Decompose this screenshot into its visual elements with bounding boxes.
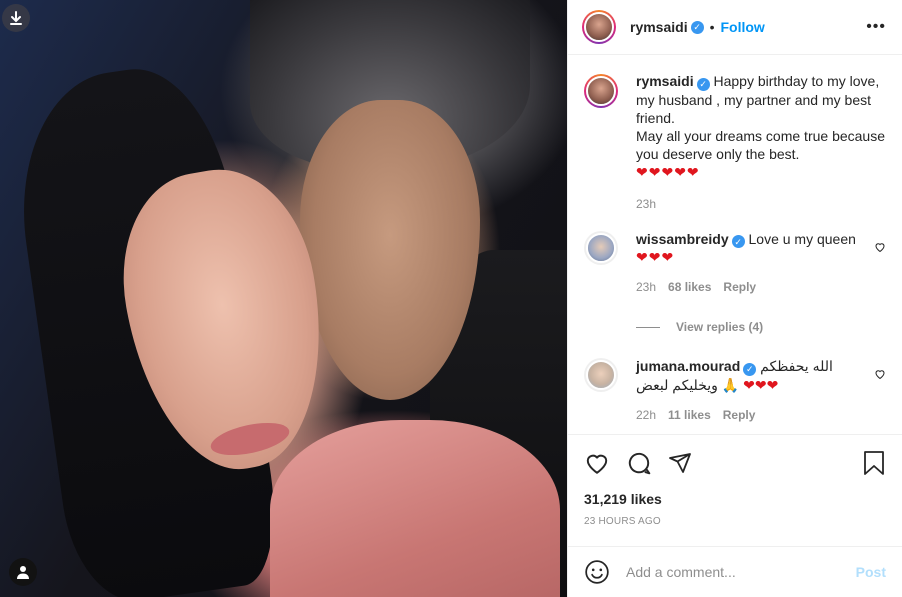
user-icon[interactable] [9, 558, 37, 586]
comment-text: الله يحفظكم [760, 358, 833, 374]
reply-button[interactable]: Reply [723, 406, 756, 424]
comment-username[interactable]: jumana.mourad [636, 358, 740, 374]
comment-like-heart-icon[interactable] [874, 241, 886, 256]
post-header: rymsaidi ✓ • Follow ••• [568, 0, 902, 55]
post-side-panel: rymsaidi ✓ • Follow ••• rymsaidi ✓ Happy … [567, 0, 902, 597]
comment-hearts: ❤❤❤ [743, 376, 779, 393]
likes-count[interactable]: 31,219 likes [584, 491, 886, 507]
view-replies-label: View replies (4) [676, 320, 764, 334]
separator-dot: • [709, 19, 715, 35]
verified-badge-icon: ✓ [690, 20, 704, 34]
verified-badge-icon: ✓ [731, 235, 745, 248]
follow-button[interactable]: Follow [721, 19, 765, 35]
bookmark-icon[interactable] [862, 450, 886, 476]
emoji-icon[interactable] [584, 559, 610, 585]
photo-region-pink-dress [270, 420, 560, 597]
caption-time[interactable]: 23h [636, 195, 656, 213]
caption-text-line: you deserve only the best. [636, 145, 800, 162]
post-time[interactable]: 23 HOURS AGO [584, 516, 886, 527]
comment-text: Love u my queen [748, 230, 856, 247]
caption-username[interactable]: rymsaidi [636, 73, 694, 89]
comment-hearts: ❤❤❤ [636, 249, 675, 265]
view-replies-line [636, 326, 660, 328]
comment-item: jumana.mourad ✓ الله يحفظكم ويخليكم لبعض … [584, 358, 886, 424]
comment-input[interactable] [626, 564, 856, 580]
add-comment-bar: Post [568, 546, 902, 597]
author-avatar[interactable] [582, 10, 616, 44]
author-username[interactable]: rymsaidi [630, 19, 688, 35]
share-icon[interactable] [668, 451, 692, 475]
more-options-icon[interactable]: ••• [866, 18, 886, 36]
caption-text-line: Happy birthday to my love, [713, 73, 880, 89]
reply-button[interactable]: Reply [723, 278, 756, 296]
comment-avatar[interactable] [584, 358, 618, 392]
comment-likes[interactable]: 11 likes [668, 406, 711, 424]
comment-time[interactable]: 23h [636, 278, 656, 296]
heart-icon[interactable] [584, 450, 610, 476]
comment-avatar[interactable] [584, 230, 618, 265]
post-photo[interactable] [0, 0, 567, 597]
caption: rymsaidi ✓ Happy birthday to my love, my … [584, 73, 886, 213]
comment-likes[interactable]: 68 likes [668, 278, 711, 296]
comment-text: ويخليكم لبعض [636, 376, 718, 393]
comments-list[interactable]: rymsaidi ✓ Happy birthday to my love, my … [568, 56, 902, 434]
download-icon[interactable] [2, 4, 30, 32]
caption-text-line: my husband , my partner and my best [636, 91, 871, 108]
post-actions: 31,219 likes 23 HOURS AGO [568, 434, 902, 527]
comment-username[interactable]: wissambreidy [636, 231, 729, 247]
caption-hearts: ❤❤❤❤❤ [636, 163, 700, 180]
pray-emoji: 🙏 [721, 376, 740, 393]
view-replies-button[interactable]: View replies (4) [636, 320, 886, 334]
caption-avatar[interactable] [584, 74, 618, 108]
verified-badge-icon: ✓ [696, 77, 710, 91]
comment-like-heart-icon[interactable] [874, 368, 886, 383]
caption-text-line: friend. [636, 109, 675, 126]
comment-icon[interactable] [626, 450, 652, 476]
post-button[interactable]: Post [856, 564, 886, 580]
verified-badge-icon: ✓ [743, 362, 757, 376]
comment-item: wissambreidy ✓ Love u my queen ❤❤❤ 23h 68… [584, 230, 886, 297]
caption-text-line: May all your dreams come true because [636, 127, 885, 144]
comment-time[interactable]: 22h [636, 406, 656, 424]
